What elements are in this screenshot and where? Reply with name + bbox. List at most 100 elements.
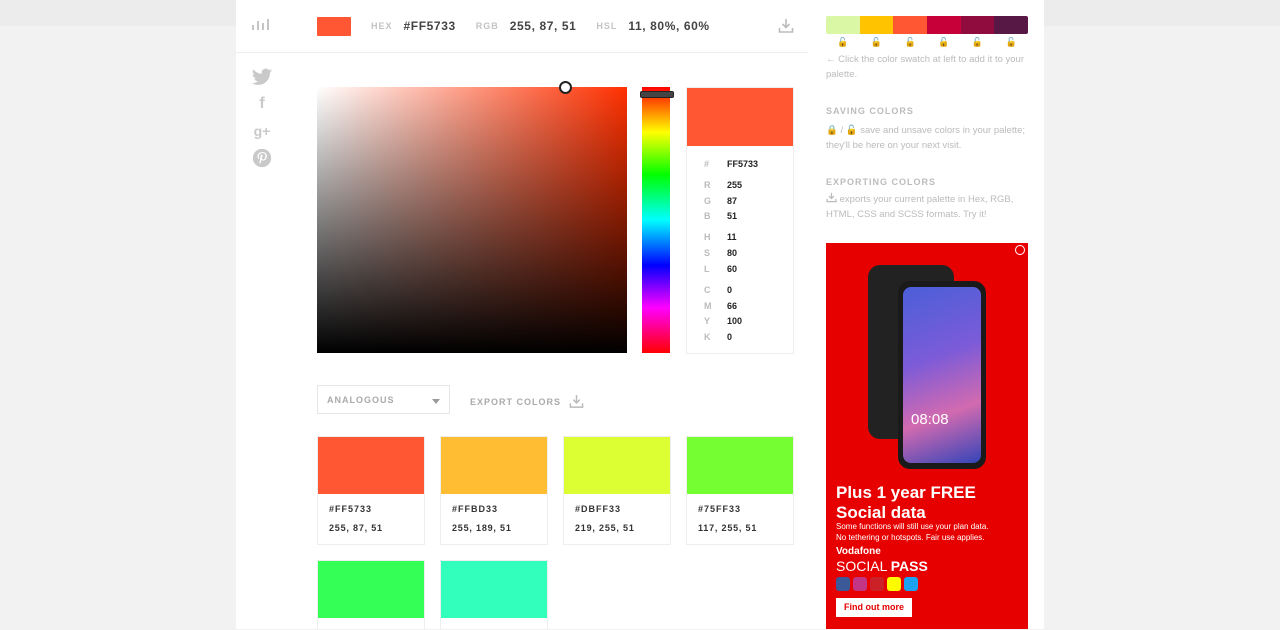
- rgb-value[interactable]: 255, 87, 51: [510, 19, 577, 33]
- phone-clock: 08:08: [911, 411, 949, 428]
- ad-brand: Vodafone: [836, 546, 881, 557]
- card-swatch[interactable]: [318, 561, 424, 618]
- snapchat-icon: [887, 577, 901, 591]
- card-hex: #DBFF33: [575, 504, 622, 514]
- google-plus-icon[interactable]: g+: [251, 120, 273, 142]
- card-swatch[interactable]: [687, 437, 793, 494]
- export-colors-button[interactable]: EXPORT COLORS: [470, 394, 584, 409]
- palette-swatch[interactable]: [994, 16, 1028, 34]
- info-row-h: H 11: [704, 232, 737, 242]
- exporting-colors-help-text: exports your current palette in Hex, RGB…: [826, 194, 1014, 220]
- instagram-icon: [853, 577, 867, 591]
- color-summary-bar: HEX #FF5733 RGB 255, 87, 51 HSL 11, 80%,…: [317, 16, 710, 36]
- twitter-icon[interactable]: [251, 66, 273, 88]
- hue-slider[interactable]: [642, 87, 670, 353]
- header-divider: [236, 52, 808, 53]
- lock-icon[interactable]: 🔓: [860, 37, 894, 48]
- info-row-s: S 80: [704, 248, 738, 258]
- palette-swatch[interactable]: [859, 16, 894, 34]
- saving-colors-help: 🔒 / 🔓 save and unsave colors in your pal…: [826, 123, 1028, 153]
- hsl-value[interactable]: 11, 80%, 60%: [628, 19, 709, 33]
- stats-icon[interactable]: [252, 17, 270, 31]
- info-row-b: B 51: [704, 211, 738, 221]
- vodafone-ad[interactable]: 08:08 Plus 1 year FREE Social data Some …: [826, 243, 1028, 629]
- info-row-y: Y 100: [704, 316, 743, 326]
- pinterest-icon[interactable]: [251, 147, 273, 169]
- lock-icon[interactable]: 🔓: [826, 37, 860, 48]
- lock-icon: 🔒: [826, 125, 838, 136]
- info-row-k: K0: [704, 332, 733, 342]
- info-row-m: M 66: [704, 301, 738, 311]
- lock-icon[interactable]: 🔓: [961, 37, 995, 48]
- ad-disclaimer: Some functions will still use your plan …: [836, 521, 989, 543]
- chevron-down-icon: [432, 399, 440, 404]
- scheme-color-card[interactable]: #FF5733 255, 87, 51: [317, 436, 425, 545]
- exporting-colors-help: exports your current palette in Hex, RGB…: [826, 192, 1028, 222]
- card-swatch[interactable]: [318, 437, 424, 494]
- ad-pass-part2: PASS: [890, 558, 928, 574]
- scheme-select[interactable]: ANALOGOUS: [317, 385, 450, 414]
- saving-separator: /: [840, 125, 844, 136]
- card-hex: #FF5733: [329, 504, 373, 514]
- scheme-color-card[interactable]: [440, 560, 548, 630]
- hue-slider-handle[interactable]: [640, 91, 674, 98]
- ad-title: Plus 1 year FREE Social data: [836, 483, 976, 523]
- card-swatch[interactable]: [441, 561, 547, 618]
- phone-image: 08:08: [898, 281, 986, 469]
- palette-swatch[interactable]: [927, 16, 961, 34]
- rgb-label: RGB: [475, 21, 499, 31]
- twitter-icon: [904, 577, 918, 591]
- hex-value[interactable]: #FF5733: [404, 19, 456, 33]
- palette-swatch[interactable]: [826, 16, 860, 34]
- palette-swatch[interactable]: [960, 16, 995, 34]
- hsl-label: HSL: [596, 21, 618, 31]
- palette-locks: 🔓 🔓 🔓 🔓 🔓 🔓: [826, 37, 1028, 48]
- scheme-color-card[interactable]: [317, 560, 425, 630]
- card-rgb: 255, 87, 51: [329, 523, 383, 533]
- card-rgb: 219, 255, 51: [575, 523, 635, 533]
- pinterest-icon: [870, 577, 884, 591]
- scheme-select-value: ANALOGOUS: [327, 395, 395, 405]
- ad-title-line2: Social data: [836, 503, 926, 522]
- saturation-lightness-picker[interactable]: [317, 87, 627, 353]
- info-row-l: L 60: [704, 264, 738, 274]
- exporting-colors-heading: EXPORTING COLORS: [826, 177, 937, 187]
- scheme-color-card[interactable]: #DBFF33 219, 255, 51: [563, 436, 671, 545]
- arrow-left-icon: ←: [826, 54, 839, 65]
- info-row-r: R 255: [704, 180, 743, 190]
- ad-disclaimer-line2: No tethering or hotspots. Fair use appli…: [836, 533, 985, 542]
- vodafone-logo: [1015, 245, 1025, 255]
- social-links: f g+: [251, 66, 273, 174]
- facebook-icon[interactable]: f: [251, 93, 273, 115]
- card-hex: #75FF33: [698, 504, 742, 514]
- info-row-g: G 87: [704, 196, 738, 206]
- picker-handle[interactable]: [559, 81, 572, 94]
- ad-find-out-more-button[interactable]: Find out more: [836, 598, 912, 617]
- saving-colors-heading: SAVING COLORS: [826, 106, 914, 116]
- info-row-c: C0: [704, 285, 733, 295]
- info-row-hex: # FF5733: [704, 159, 759, 169]
- ad-pass-part1: SOCIAL: [836, 558, 891, 574]
- download-icon[interactable]: [778, 18, 794, 34]
- saved-palette: [826, 16, 1028, 34]
- lock-icon[interactable]: 🔓: [994, 37, 1028, 48]
- card-rgb: 255, 189, 51: [452, 523, 512, 533]
- add-color-help: ← Click the color swatch at left to add …: [826, 52, 1028, 82]
- info-color-swatch[interactable]: [687, 88, 793, 146]
- ad-social-icons: [836, 577, 921, 591]
- download-icon: [569, 394, 584, 408]
- palette-swatch[interactable]: [893, 16, 928, 34]
- unlock-icon: 🔓: [845, 125, 858, 136]
- card-swatch[interactable]: [441, 437, 547, 494]
- scheme-color-card[interactable]: #FFBD33 255, 189, 51: [440, 436, 548, 545]
- download-icon: [826, 192, 837, 203]
- scheme-color-card[interactable]: #75FF33 117, 255, 51: [686, 436, 794, 545]
- add-color-help-text: Click the color swatch at left to add it…: [826, 54, 1025, 80]
- export-colors-label: EXPORT COLORS: [470, 396, 562, 407]
- card-swatch[interactable]: [564, 437, 670, 494]
- current-color-swatch[interactable]: [317, 16, 351, 36]
- lock-icon[interactable]: 🔓: [927, 37, 961, 48]
- lock-icon[interactable]: 🔓: [893, 37, 927, 48]
- phone-screen: 08:08: [903, 287, 981, 463]
- ad-title-line1: Plus 1 year FREE: [836, 483, 976, 502]
